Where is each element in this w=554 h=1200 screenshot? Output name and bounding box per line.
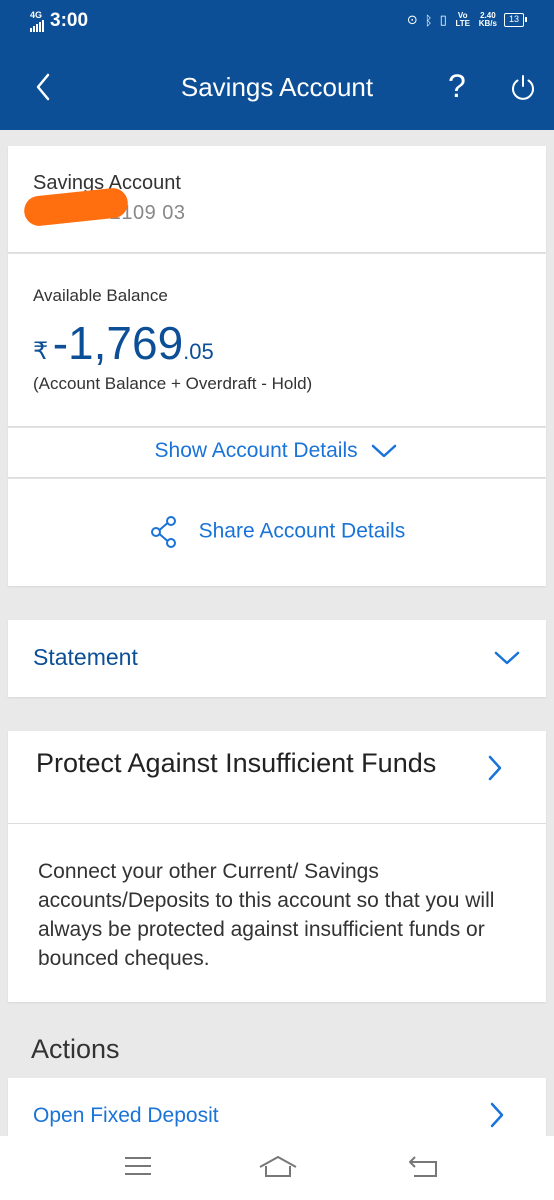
network-speed-unit: KB/s (478, 19, 497, 28)
balance-decimal: .05 (183, 339, 214, 364)
account-info-card: Savings Account ·····388 2109 03 (8, 146, 546, 252)
statement-row[interactable]: Statement (8, 620, 546, 697)
page-title: Savings Account (180, 72, 374, 102)
signal-icon (30, 19, 44, 32)
network-type: 4G (30, 9, 43, 20)
clock: 3:00 (50, 10, 89, 31)
share-account-details-link[interactable]: Share Account Details (8, 515, 546, 549)
power-icon[interactable] (509, 73, 537, 101)
share-account-details-label: Share Account Details (198, 519, 406, 543)
show-account-details-link[interactable]: Show Account Details (8, 439, 546, 463)
show-account-details-row[interactable]: Show Account Details (8, 428, 546, 477)
show-account-details-label: Show Account Details (154, 439, 358, 462)
chevron-right-icon[interactable] (484, 753, 506, 783)
location-icon: ⊙ (406, 12, 418, 27)
chevron-down-icon[interactable] (492, 648, 522, 668)
app-header: 4G 3:00 ⊙ ᛒ ▯ Vo LTE 2.40 KB/s 13 Saving… (0, 0, 554, 130)
currency-symbol: ₹ (33, 338, 49, 365)
menu-icon[interactable] (123, 1154, 153, 1178)
help-icon[interactable]: ? (448, 66, 466, 106)
battery-icon: 13 (503, 13, 528, 27)
chevron-right-icon[interactable] (486, 1100, 508, 1130)
balance-note: (Account Balance + Overdraft - Hold) (33, 374, 313, 393)
home-icon[interactable] (258, 1154, 298, 1180)
bluetooth-icon: ᛒ (424, 12, 433, 28)
share-account-details-card[interactable]: Share Account Details (8, 479, 546, 586)
balance-main: -1,769 (52, 317, 184, 369)
back-icon[interactable] (406, 1154, 440, 1180)
balance-card: Available Balance ₹ -1,769.05 (Account B… (8, 254, 546, 426)
actions-heading: Actions (31, 1034, 120, 1064)
available-balance-label: Available Balance (33, 286, 168, 305)
system-nav-bar (0, 1136, 554, 1200)
divider (8, 823, 546, 824)
protect-title[interactable]: Protect Against Insufficient Funds (36, 748, 456, 778)
chevron-down-icon (372, 445, 397, 458)
statement-label: Statement (33, 644, 138, 670)
status-bar: 4G 3:00 ⊙ ᛒ ▯ Vo LTE 2.40 KB/s 13 (0, 0, 554, 44)
vibrate-icon: ▯ (439, 12, 447, 27)
open-fixed-deposit-label: Open Fixed Deposit (33, 1104, 219, 1127)
share-icon (150, 516, 176, 548)
balance-amount: ₹ -1,769.05 (33, 316, 214, 370)
protect-card: Protect Against Insufficient Funds Conne… (8, 731, 546, 1002)
network-speed: 2.40 KB/s (479, 12, 497, 28)
volte-indicator: Vo LTE (455, 11, 470, 28)
protect-description: Connect your other Current/ Savings acco… (38, 860, 495, 970)
